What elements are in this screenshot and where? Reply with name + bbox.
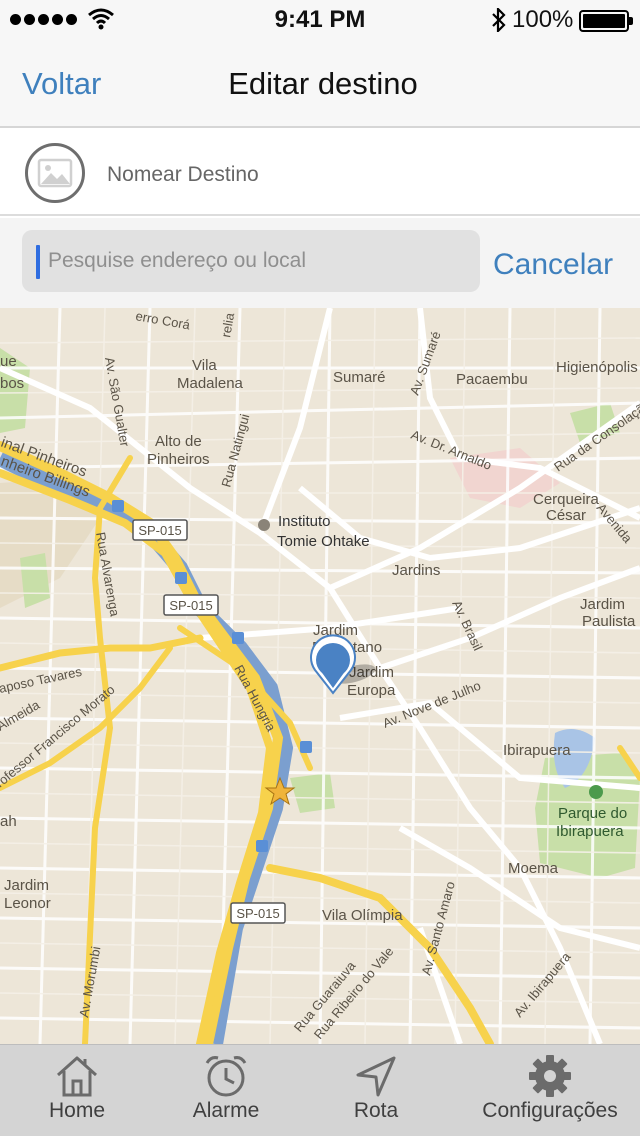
tab-rota-label: Rota <box>353 1099 399 1122</box>
gear-icon <box>529 1055 571 1097</box>
svg-text:Europa: Europa <box>347 682 396 699</box>
tab-configuracoes-label: Configurações <box>482 1099 618 1122</box>
highway-shield: SP-015 <box>132 519 188 541</box>
navigation-bar: Voltar Editar destino <box>0 40 640 128</box>
svg-text:Pacaembu: Pacaembu <box>456 371 528 388</box>
svg-text:Vila: Vila <box>192 357 217 374</box>
svg-text:Jardim: Jardim <box>580 596 625 613</box>
map-view[interactable]: SP-015 SP-015 SP-015 ue bos Vila Madalen… <box>0 308 640 1044</box>
svg-text:Jardins: Jardins <box>392 562 440 579</box>
bluetooth-icon <box>492 8 506 32</box>
battery-percentage: 100% <box>512 6 574 33</box>
text-cursor <box>36 245 40 279</box>
svg-text:Parque do: Parque do <box>558 805 627 822</box>
svg-text:Alto de: Alto de <box>155 433 202 450</box>
highway-shield: SP-015 <box>230 902 286 924</box>
image-placeholder-icon <box>37 158 73 188</box>
search-input[interactable] <box>48 230 468 292</box>
highway-shield: SP-015 <box>163 594 219 616</box>
tab-bar: Home Alarme Rota Configurações <box>0 1044 640 1136</box>
svg-text:Ibirapuera: Ibirapuera <box>503 742 571 759</box>
svg-text:César: César <box>546 507 586 524</box>
svg-text:Paulista: Paulista <box>582 613 636 630</box>
navigation-arrow-icon <box>356 1056 396 1097</box>
alarm-clock-icon <box>205 1056 247 1097</box>
tab-home-label: Home <box>48 1099 106 1122</box>
svg-text:SP-015: SP-015 <box>138 523 181 538</box>
svg-text:ue: ue <box>0 353 17 370</box>
tab-alarme-label: Alarme <box>192 1099 260 1122</box>
svg-text:Sumaré: Sumaré <box>333 369 386 386</box>
search-field[interactable] <box>22 230 480 292</box>
svg-text:Cerqueira: Cerqueira <box>533 491 600 508</box>
search-bar: Cancelar <box>0 218 640 308</box>
status-bar: 9:41 PM 100% <box>0 0 640 40</box>
home-icon <box>56 1056 98 1097</box>
svg-text:Leonor: Leonor <box>4 895 51 912</box>
svg-text:Pinheiros: Pinheiros <box>147 451 210 468</box>
svg-text:SP-015: SP-015 <box>236 906 279 921</box>
svg-text:Instituto: Instituto <box>278 513 331 530</box>
svg-text:ah: ah <box>0 813 17 830</box>
tab-alarme[interactable]: Alarme <box>176 1045 276 1136</box>
cancel-button[interactable]: Cancelar <box>493 248 613 282</box>
svg-text:Higienópolis: Higienópolis <box>556 359 638 376</box>
battery-icon <box>579 10 633 32</box>
svg-text:SP-015: SP-015 <box>169 598 212 613</box>
tab-configuracoes[interactable]: Configurações <box>470 1045 630 1136</box>
page-title: Editar destino <box>228 66 418 101</box>
destination-photo-button[interactable] <box>25 143 85 203</box>
svg-text:Jardim: Jardim <box>4 877 49 894</box>
map-canvas[interactable]: SP-015 SP-015 SP-015 ue bos Vila Madalen… <box>0 308 640 1044</box>
svg-text:bos: bos <box>0 375 24 392</box>
svg-text:Moema: Moema <box>508 860 559 877</box>
svg-text:Madalena: Madalena <box>177 375 244 392</box>
destination-name-row[interactable]: Nomear Destino <box>0 130 640 216</box>
svg-text:Tomie Ohtake: Tomie Ohtake <box>277 533 370 550</box>
destination-name-field[interactable]: Nomear Destino <box>107 163 259 187</box>
svg-text:Vila Olímpia: Vila Olímpia <box>322 907 403 924</box>
tab-rota[interactable]: Rota <box>326 1045 426 1136</box>
tab-home[interactable]: Home <box>28 1045 126 1136</box>
svg-text:Ibirapuera: Ibirapuera <box>556 823 624 840</box>
